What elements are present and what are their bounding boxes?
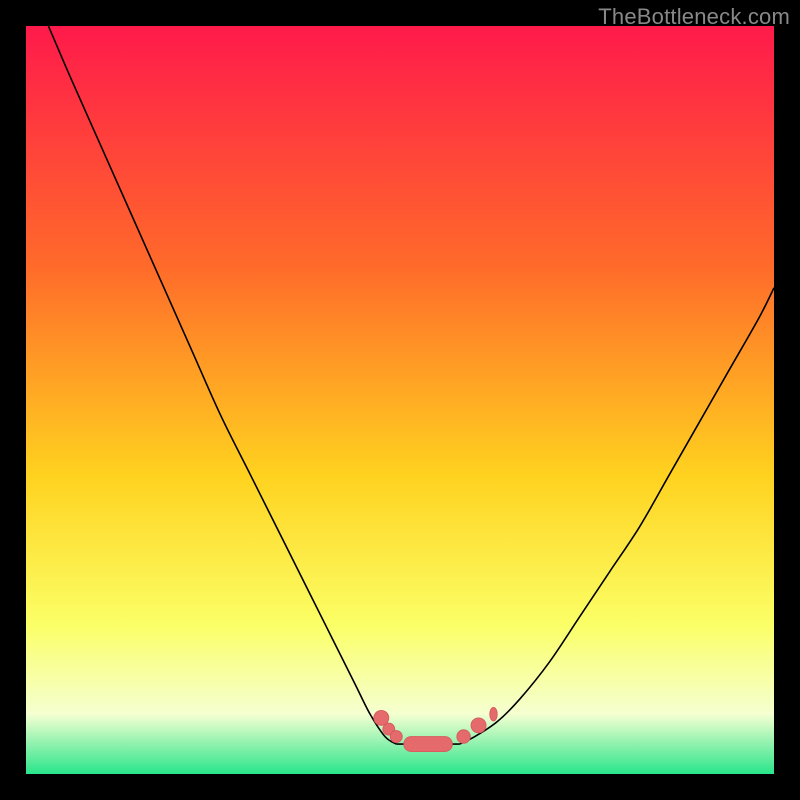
- marker-6: [490, 707, 497, 720]
- chart-frame: TheBottleneck.com: [0, 0, 800, 800]
- marker-2: [390, 731, 402, 743]
- marker-4: [457, 730, 470, 743]
- marker-5: [471, 718, 486, 733]
- marker-3: [404, 737, 453, 752]
- chart-svg: [26, 26, 774, 774]
- chart-background: [26, 26, 774, 774]
- watermark-text: TheBottleneck.com: [598, 4, 790, 30]
- chart-plot-area: [26, 26, 774, 774]
